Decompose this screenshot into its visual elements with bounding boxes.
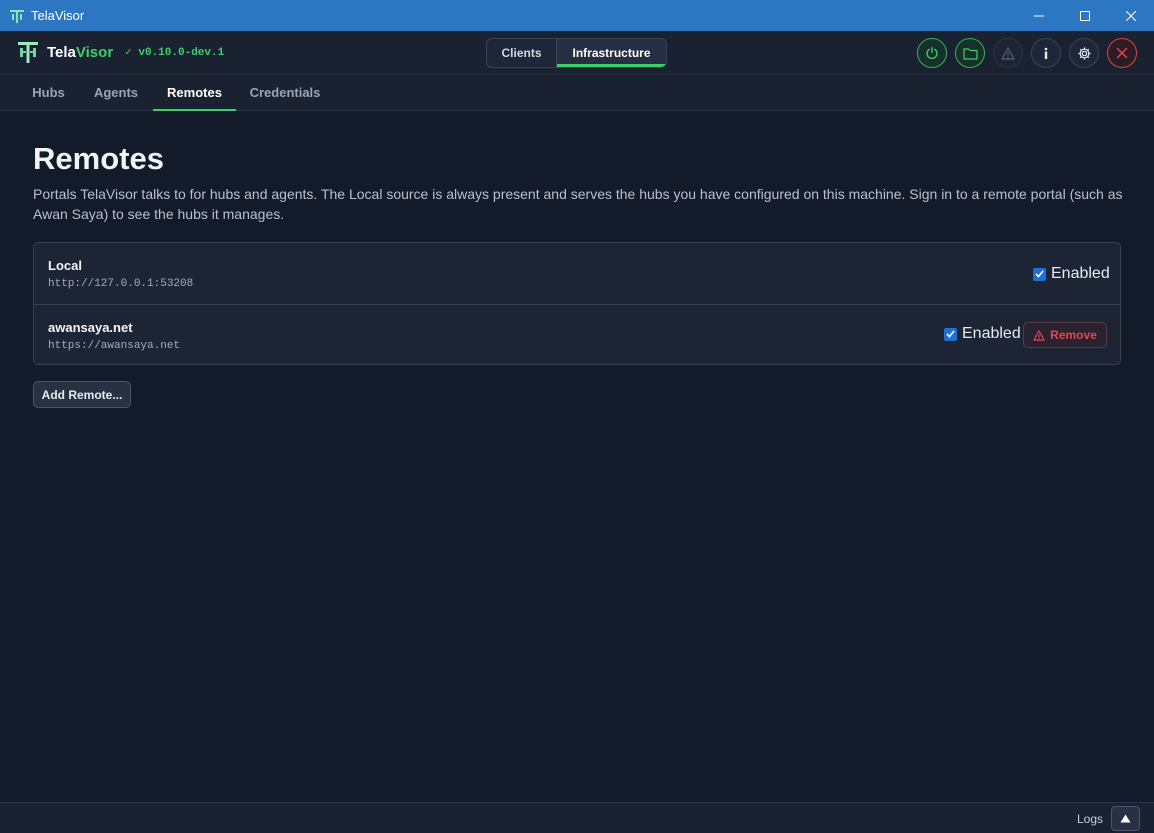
page-title: Remotes (33, 141, 164, 176)
mode-clients-button[interactable]: Clients (487, 39, 557, 67)
logs-label: Logs (1077, 812, 1104, 826)
close-circle-icon[interactable] (1107, 38, 1137, 68)
minimize-icon[interactable] (1016, 0, 1062, 31)
remove-label: Remove (1050, 328, 1097, 342)
enabled-checkbox[interactable]: Enabled (1033, 265, 1110, 283)
mode-switcher: Clients Infrastructure (486, 38, 667, 68)
window-titlebar: TelaVisor (0, 0, 1154, 31)
tab-hubs[interactable]: Hubs (17, 75, 80, 110)
remote-url: https://awansaya.net (48, 340, 181, 352)
remote-row-awansaya: awansaya.net https://awansaya.net Enable… (34, 304, 1120, 364)
remote-name: Local (48, 258, 82, 273)
remotes-list: Local http://127.0.0.1:53208 Enabled awa… (33, 242, 1121, 365)
window-title: TelaVisor (31, 8, 85, 23)
status-footer: Logs (0, 802, 1154, 833)
tab-agents[interactable]: Agents (80, 75, 152, 110)
warning-icon[interactable] (993, 38, 1023, 68)
info-icon[interactable] (1031, 38, 1061, 68)
app-header: TelaVisor ✓ v0.10.0-dev.1 Clients Infras… (0, 31, 1154, 75)
mode-infrastructure-button[interactable]: Infrastructure (557, 39, 666, 67)
close-icon[interactable] (1108, 0, 1154, 31)
tab-remotes[interactable]: Remotes (153, 75, 236, 111)
page-description: Portals TelaVisor talks to for hubs and … (33, 186, 1123, 222)
logs-toggle-button[interactable] (1111, 806, 1140, 831)
section-tabs: Hubs Agents Remotes Credentials (0, 75, 1154, 111)
enabled-checkbox[interactable]: Enabled (944, 325, 1021, 343)
enabled-label: Enabled (1051, 265, 1110, 282)
triangle-up-icon (1120, 814, 1131, 823)
remote-name: awansaya.net (48, 320, 133, 335)
remove-remote-button[interactable]: Remove (1023, 322, 1107, 348)
folder-icon[interactable] (955, 38, 985, 68)
enabled-label: Enabled (962, 325, 1021, 342)
maximize-icon[interactable] (1062, 0, 1108, 31)
checkbox-checked-icon[interactable] (1033, 267, 1046, 281)
tab-credentials[interactable]: Credentials (236, 75, 334, 110)
add-remote-button[interactable]: Add Remote... (33, 381, 131, 408)
window-controls (1016, 0, 1154, 31)
brand: TelaVisor ✓ v0.10.0-dev.1 (17, 40, 224, 64)
warning-icon (1033, 329, 1045, 341)
remote-url: http://127.0.0.1:53208 (48, 278, 194, 290)
gear-icon[interactable] (1069, 38, 1099, 68)
telavisor-logo-icon (18, 42, 38, 63)
power-icon[interactable] (917, 38, 947, 68)
remote-row-local: Local http://127.0.0.1:53208 Enabled (34, 243, 1120, 304)
brand-name-part2: Visor (75, 43, 114, 61)
checkbox-checked-icon[interactable] (944, 327, 957, 341)
brand-name-part1: Tela (47, 43, 76, 61)
header-actions (917, 38, 1137, 68)
version-label: ✓ v0.10.0-dev.1 (125, 47, 225, 59)
brand-name: TelaVisor (47, 44, 113, 61)
telavisor-app-icon (10, 9, 24, 23)
